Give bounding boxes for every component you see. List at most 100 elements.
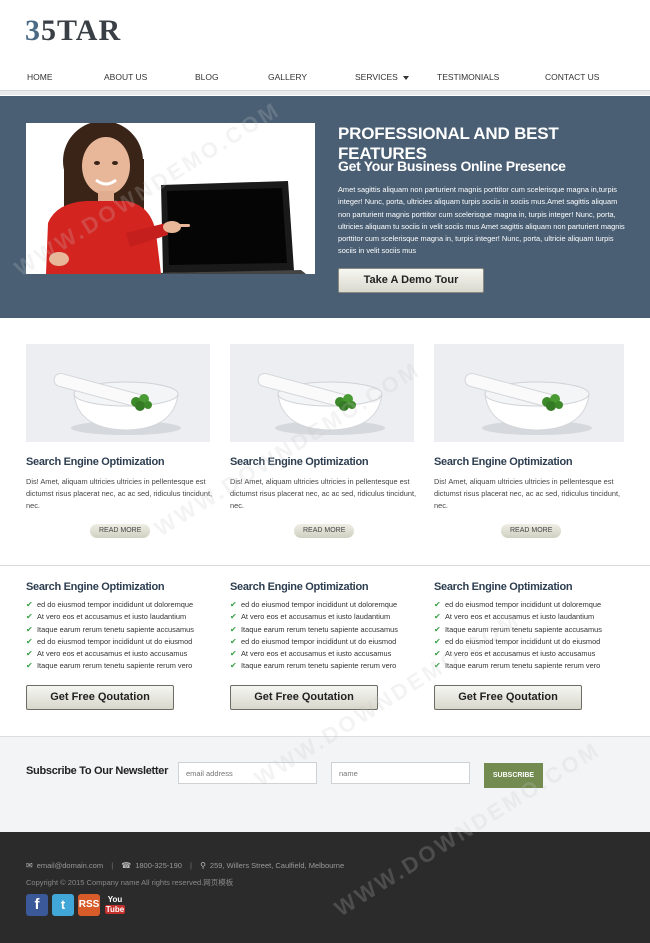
- list-item: ✔ ed do eiusmod tempor incididunt ut dolo…: [434, 599, 634, 611]
- check-icon: ✔: [434, 624, 441, 634]
- list-item-text: ed do eiusmod tempor incididunt ut do ei…: [37, 636, 193, 646]
- list-item: ✔ Itaque earum rerum tenetu sapiente accu…: [434, 624, 634, 636]
- list-title: Search Engine Optimization: [434, 581, 573, 593]
- list-item: ✔ At vero eos et accusamus et iusto lauda…: [434, 611, 634, 623]
- list-item: ✔ ed do eiusmod tempor incididunt ut dolo…: [230, 599, 430, 611]
- read-more-button[interactable]: READ MORE: [90, 524, 151, 538]
- list-column: Search Engine Optimization ✔ ed do eiusmo…: [230, 581, 430, 710]
- check-icon: ✔: [230, 649, 237, 659]
- hero-subtitle: Get Your Business Online Presence: [338, 158, 566, 174]
- list-item-text: Itaque earum rerum tenetu sapiente accus…: [37, 624, 194, 634]
- hero-image: [26, 123, 315, 274]
- list-item-text: Itaque earum rerum tenetu sapiente accus…: [241, 624, 398, 634]
- phone-icon: ☎: [121, 861, 132, 870]
- list-item: ✔ Itaque earum rerum tenetu sapiente reru…: [434, 660, 634, 672]
- list-item-text: At vero eos et accusamus et iusto laudan…: [241, 612, 391, 622]
- list-item: ✔ At vero eos et accusamus et iusto lauda…: [26, 611, 226, 623]
- hero-body: Amet sagittis aliquam non parturient mag…: [338, 185, 625, 256]
- check-icon: ✔: [434, 636, 441, 646]
- feature-text: Dis! Amet, aliquam ultricies ultricies i…: [26, 477, 213, 510]
- site-footer: ✉ email@domain.com | ☎ 1800-325-190 | ⚲ 259…: [0, 832, 650, 943]
- read-more-button[interactable]: READ MORE: [294, 524, 355, 538]
- feature-text: Dis! Amet, aliquam ultricies ultricies i…: [434, 477, 621, 510]
- youtube-icon[interactable]: You Tube: [104, 894, 126, 916]
- get-quotation-button[interactable]: Get Free Qoutation: [230, 685, 378, 710]
- list-item-text: ed do eiusmod tempor incididunt ut dolor…: [241, 600, 398, 609]
- check-icon: ✔: [26, 612, 33, 622]
- hero-illustration: [26, 123, 315, 274]
- list-item: ✔ Itaque earum rerum tenetu sapiente accu…: [230, 624, 430, 636]
- check-icon: ✔: [26, 636, 33, 646]
- footer-contact: ✉ email@domain.com | ☎ 1800-325-190 | ⚲ 259…: [26, 861, 344, 870]
- logo-number: 3: [25, 14, 41, 47]
- read-more-button[interactable]: READ MORE: [501, 524, 562, 538]
- check-icon: ✔: [230, 600, 237, 609]
- nav-item-testimonials[interactable]: TESTIMONIALS: [437, 72, 499, 82]
- list-item-text: Itaque earum rerum tenetu sapiente rerum…: [445, 661, 601, 671]
- get-quotation-button[interactable]: Get Free Qoutation: [434, 685, 582, 710]
- list-column: Search Engine Optimization ✔ ed do eiusmo…: [26, 581, 226, 710]
- list-item: ✔ Itaque earum rerum tenetu sapiente accu…: [26, 624, 226, 636]
- list-title: Search Engine Optimization: [26, 581, 165, 593]
- youtube-tube: Tube: [105, 905, 125, 914]
- mortar-pestle-icon: [26, 344, 210, 442]
- separator: |: [111, 861, 114, 870]
- feature-card: Search Engine Optimization Dis! Amet, al…: [230, 344, 416, 538]
- list-item-text: Itaque earum rerum tenetu sapiente rerum…: [37, 661, 193, 671]
- newsletter-name-input[interactable]: [331, 762, 470, 784]
- rss-icon[interactable]: RSS: [78, 894, 100, 916]
- list-item: ✔ Itaque earum rerum tenetu sapiente reru…: [26, 660, 226, 672]
- check-icon: ✔: [230, 624, 237, 634]
- twitter-icon[interactable]: t: [52, 894, 74, 916]
- list-item-text: Itaque earum rerum tenetu sapiente accus…: [445, 624, 602, 634]
- check-icon: ✔: [434, 612, 441, 622]
- email-icon: ✉: [26, 861, 33, 870]
- feature-title: Search Engine Optimization: [434, 456, 573, 468]
- feature-text: Dis! Amet, aliquam ultricies ultricies i…: [230, 477, 417, 510]
- list-item-text: ed do eiusmod tempor incididunt ut dolor…: [37, 600, 194, 609]
- nav-item-contact-us[interactable]: CONTACT US: [545, 72, 599, 82]
- nav-item-services-label: SERVICES: [355, 72, 398, 82]
- check-icon: ✔: [230, 612, 237, 622]
- site-logo[interactable]: 35TAR: [25, 14, 121, 48]
- list-item: ✔ At vero eos et accusamus et iusto accus…: [434, 648, 634, 660]
- list-item-text: ed do eiusmod tempor incididunt ut dolor…: [445, 600, 602, 609]
- feature-title: Search Engine Optimization: [230, 456, 369, 468]
- list-item-text: At vero eos et accusamus et iusto accusa…: [241, 649, 392, 659]
- section-divider: [0, 565, 650, 566]
- footer-phone: 1800-325-190: [135, 861, 182, 870]
- list-item-text: At vero eos et accusamus et iusto laudan…: [445, 612, 595, 622]
- check-icon: ✔: [26, 661, 33, 671]
- newsletter-email-input[interactable]: [178, 762, 317, 784]
- nav-item-gallery[interactable]: GALLERY: [268, 72, 307, 82]
- logo-text: 5TAR: [41, 14, 122, 47]
- footer-email[interactable]: email@domain.com: [37, 861, 103, 870]
- nav-item-about-us[interactable]: ABOUT US: [104, 72, 147, 82]
- list-column: Search Engine Optimization ✔ ed do eiusmo…: [434, 581, 634, 710]
- main-nav: HOME ABOUT US BLOG GALLERY SERVICES TEST…: [0, 68, 650, 88]
- feature-image: [26, 344, 210, 442]
- nav-item-home[interactable]: HOME: [27, 72, 53, 82]
- list-item-text: At vero eos et accusamus et iusto laudan…: [37, 612, 187, 622]
- check-icon: ✔: [26, 624, 33, 634]
- list-item: ✔ ed do eiusmod tempor incididunt ut do e…: [434, 636, 634, 648]
- subscribe-button[interactable]: SUBSCRIBE: [484, 763, 543, 788]
- facebook-icon[interactable]: f: [26, 894, 48, 916]
- newsletter-section: Subscribe To Our Newsletter SUBSCRIBE: [0, 736, 650, 832]
- check-icon: ✔: [26, 600, 33, 609]
- list-item: ✔ Itaque earum rerum tenetu sapiente reru…: [230, 660, 430, 672]
- separator: |: [190, 861, 192, 870]
- check-icon: ✔: [230, 636, 237, 646]
- demo-tour-button[interactable]: Take A Demo Tour: [338, 268, 484, 293]
- check-icon: ✔: [434, 661, 441, 671]
- get-quotation-button[interactable]: Get Free Qoutation: [26, 685, 174, 710]
- list-item: ✔ ed do eiusmod tempor incididunt ut do e…: [26, 636, 226, 648]
- footer-address: 259, Willers Street, Caulfield, Melbourn…: [209, 861, 345, 870]
- feature-image: [230, 344, 414, 442]
- mortar-pestle-icon: [230, 344, 414, 442]
- list-item: ✔ At vero eos et accusamus et iusto accus…: [230, 648, 430, 660]
- list-item-text: Itaque earum rerum tenetu sapiente rerum…: [241, 661, 397, 671]
- check-icon: ✔: [434, 649, 441, 659]
- nav-item-services[interactable]: SERVICES: [355, 72, 409, 82]
- nav-item-blog[interactable]: BLOG: [195, 72, 219, 82]
